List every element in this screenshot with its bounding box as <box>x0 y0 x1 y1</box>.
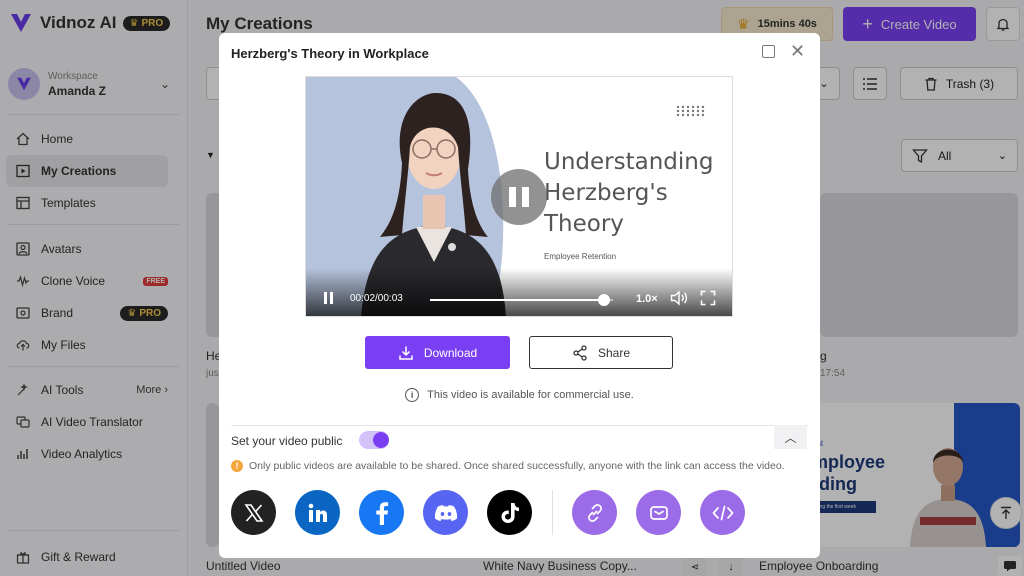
maximize-icon[interactable] <box>762 45 775 58</box>
video-player[interactable]: Understanding Herzberg's Theory Employee… <box>305 76 733 317</box>
video-slide-title: Understanding Herzberg's Theory <box>544 149 714 237</box>
warning-icon: ! <box>231 460 243 472</box>
share-icon <box>573 344 587 361</box>
embed-code-icon <box>712 505 733 520</box>
public-toggle[interactable] <box>359 431 389 449</box>
download-label: Download <box>423 345 478 360</box>
progress-handle[interactable] <box>597 294 610 306</box>
fullscreen-icon[interactable] <box>700 290 716 306</box>
modal-divider <box>231 425 808 426</box>
discord-logo-icon <box>434 504 457 521</box>
tiktok-logo-icon <box>501 502 519 523</box>
commercial-use-note: i This video is available for commercial… <box>219 388 820 402</box>
progress-bar[interactable] <box>430 294 613 306</box>
notice-text: Only public videos are available to be s… <box>249 460 785 472</box>
video-slide-subtitle: Employee Retention <box>544 252 617 261</box>
pause-icon <box>509 187 516 207</box>
x-logo-icon <box>243 503 264 522</box>
download-button[interactable]: Download <box>365 336 510 369</box>
modal-title: Herzberg's Theory in Workplace <box>231 46 429 61</box>
info-icon: i <box>405 388 420 402</box>
copy-link-button[interactable] <box>572 490 617 535</box>
embed-code-button[interactable] <box>700 490 745 535</box>
download-icon <box>399 346 413 360</box>
player-controls: 00:02/00:03 1.0× <box>306 268 732 316</box>
chevron-up-icon: ︿ <box>784 430 797 445</box>
pause-overlay-button[interactable] <box>491 169 547 225</box>
social-share-row <box>231 490 764 535</box>
toggle-knob <box>373 432 389 448</box>
volume-icon[interactable] <box>670 290 688 306</box>
commercial-use-text: This video is available for commercial u… <box>427 389 634 401</box>
share-tiktok-button[interactable] <box>487 490 532 535</box>
share-x-button[interactable] <box>231 490 276 535</box>
playback-time: 00:02/00:03 <box>350 293 403 304</box>
share-button[interactable]: Share <box>529 336 673 369</box>
facebook-logo-icon <box>375 501 388 525</box>
share-discord-button[interactable] <box>423 490 468 535</box>
share-video-modal: Herzberg's Theory in Workplace ✕ Underst… <box>219 33 820 558</box>
playback-speed-button[interactable]: 1.0× <box>636 293 658 305</box>
email-icon <box>649 505 668 520</box>
linkedin-logo-icon <box>308 503 327 522</box>
share-facebook-button[interactable] <box>359 490 404 535</box>
pause-button[interactable] <box>324 292 333 304</box>
close-icon[interactable]: ✕ <box>790 41 805 61</box>
public-share-notice: ! Only public videos are available to be… <box>231 460 785 472</box>
social-divider <box>552 490 553 535</box>
link-icon <box>587 503 602 522</box>
share-label: Share <box>597 345 631 360</box>
collapse-button[interactable]: ︿ <box>774 425 807 449</box>
share-email-button[interactable] <box>636 490 681 535</box>
public-toggle-label: Set your video public <box>231 434 343 448</box>
dots-decoration-icon <box>676 105 705 117</box>
progress-fill <box>430 299 604 301</box>
share-linkedin-button[interactable] <box>295 490 340 535</box>
